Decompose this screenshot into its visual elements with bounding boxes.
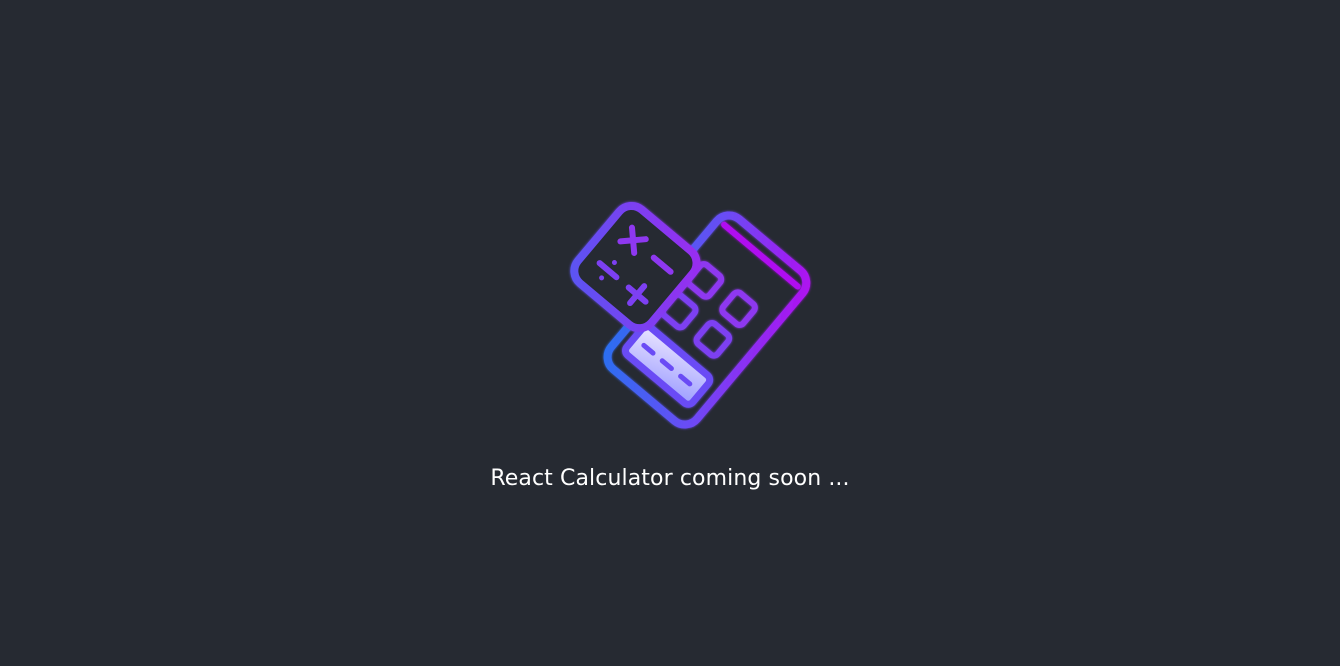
app-root: React Calculator coming soon ... (0, 0, 1340, 666)
coming-soon-caption: React Calculator coming soon ... (490, 466, 850, 491)
calculator-logo (560, 182, 840, 458)
calculator-icon (570, 201, 811, 429)
